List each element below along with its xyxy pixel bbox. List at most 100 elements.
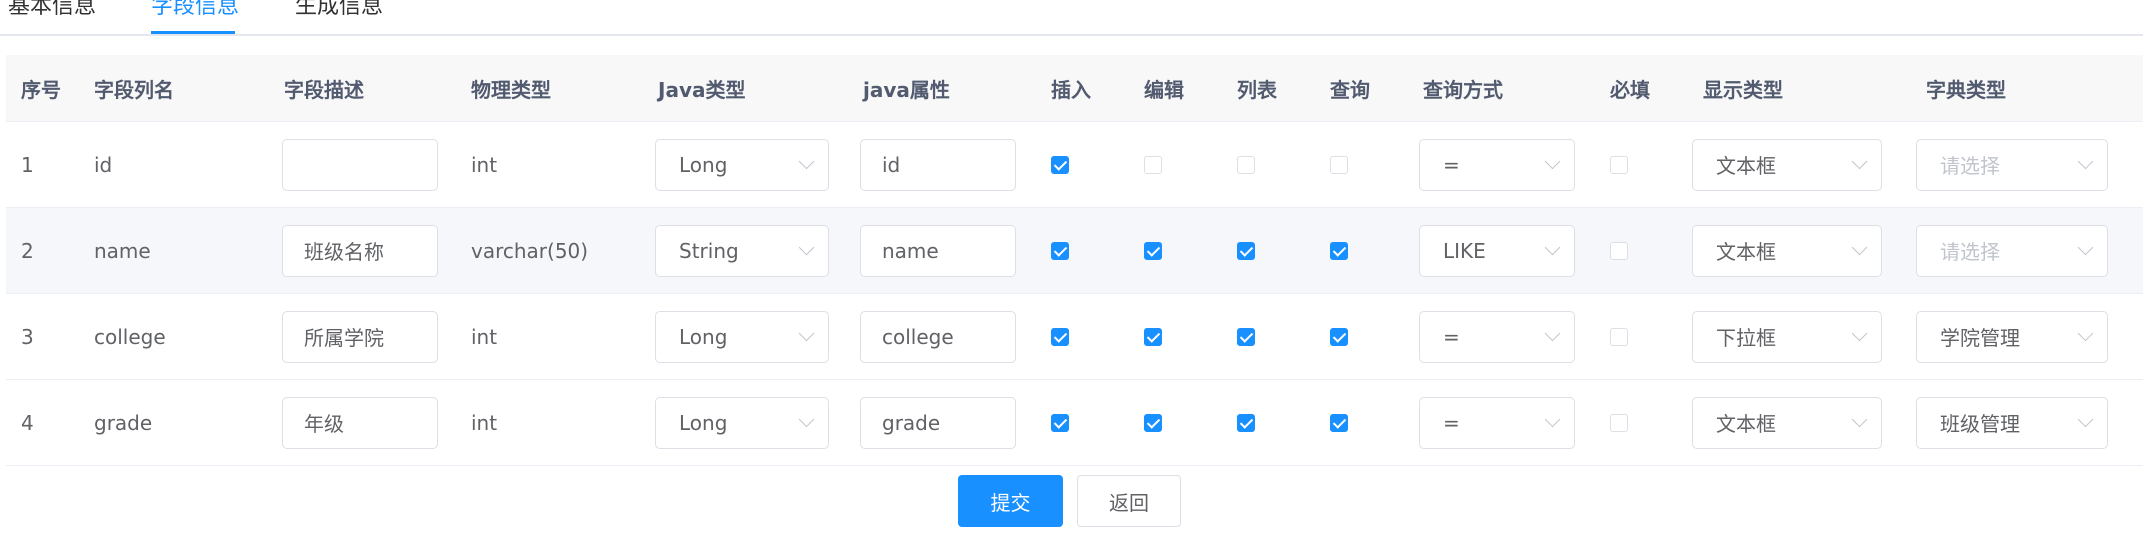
query-mode-select[interactable]: = [1419, 396, 1575, 449]
required-checkbox[interactable] [1610, 327, 1628, 346]
field-table: 序号 字段列名 字段描述 物理类型 Java类型 java属性 插入 编辑 列表… [6, 55, 2143, 466]
query-checkbox[interactable] [1330, 327, 1348, 346]
row-physical-type: varchar(50) [471, 238, 589, 263]
table-row: 3 college 所属学院 int Long college = 下拉框 学院… [6, 294, 2143, 380]
java-type-select[interactable]: Long [655, 138, 829, 191]
row-column-name: college [94, 324, 166, 349]
list-checkbox[interactable] [1237, 155, 1255, 174]
display-type-value: 文本框 [1716, 412, 1776, 436]
query-mode-select[interactable]: = [1419, 310, 1575, 363]
header-query-mode: 查询方式 [1423, 77, 1503, 102]
table-row: 2 name 班级名称 varchar(50) String name LIKE… [6, 208, 2143, 294]
description-input[interactable]: 年级 [282, 396, 438, 449]
required-checkbox[interactable] [1610, 155, 1628, 174]
header-java-type: Java类型 [658, 77, 746, 102]
row-index: 4 [21, 410, 34, 435]
java-property-input[interactable]: grade [860, 396, 1016, 449]
header-physical-type: 物理类型 [471, 77, 551, 102]
chevron-down-icon [798, 411, 815, 428]
header-query: 查询 [1330, 77, 1370, 102]
chevron-down-icon [798, 325, 815, 342]
row-index: 1 [21, 152, 34, 177]
dict-type-placeholder: 请选择 [1940, 240, 2000, 264]
row-index: 2 [21, 238, 34, 263]
query-checkbox[interactable] [1330, 155, 1348, 174]
java-property-input[interactable]: id [860, 138, 1016, 191]
row-physical-type: int [471, 152, 498, 177]
tab-generate-info[interactable]: 生成信息 [295, 0, 383, 20]
dict-type-select[interactable]: 班级管理 [1916, 396, 2108, 449]
description-input[interactable]: 所属学院 [282, 310, 438, 363]
header-description: 字段描述 [284, 77, 364, 102]
header-list: 列表 [1237, 77, 1277, 102]
tab-field-info[interactable]: 字段信息 [151, 0, 239, 20]
list-checkbox[interactable] [1237, 327, 1255, 346]
display-type-select[interactable]: 文本框 [1692, 224, 1882, 277]
insert-checkbox[interactable] [1051, 241, 1069, 260]
row-column-name: id [94, 152, 113, 177]
row-index: 3 [21, 324, 34, 349]
row-physical-type: int [471, 410, 498, 435]
display-type-value: 文本框 [1716, 240, 1776, 264]
tab-basic-info[interactable]: 基本信息 [8, 0, 96, 20]
required-checkbox[interactable] [1610, 413, 1628, 432]
insert-checkbox[interactable] [1051, 155, 1069, 174]
chevron-down-icon [2077, 153, 2094, 170]
edit-checkbox[interactable] [1144, 327, 1162, 346]
chevron-down-icon [1544, 239, 1561, 256]
java-type-value: String [679, 238, 739, 263]
edit-checkbox[interactable] [1144, 155, 1162, 174]
insert-checkbox[interactable] [1051, 327, 1069, 346]
dict-type-select[interactable]: 请选择 [1916, 138, 2108, 191]
header-edit: 编辑 [1144, 77, 1184, 102]
header-java-property: java属性 [863, 77, 950, 102]
edit-checkbox[interactable] [1144, 413, 1162, 432]
java-type-select[interactable]: Long [655, 396, 829, 449]
chevron-down-icon [1851, 239, 1868, 256]
table-row: 4 grade 年级 int Long grade = 文本框 班级管理 [6, 380, 2143, 466]
description-input[interactable] [282, 138, 438, 191]
java-type-select[interactable]: String [655, 224, 829, 277]
java-property-input[interactable]: college [860, 310, 1016, 363]
required-checkbox[interactable] [1610, 241, 1628, 260]
query-mode-select[interactable]: LIKE [1419, 224, 1575, 277]
chevron-down-icon [1851, 411, 1868, 428]
dict-type-value: 学院管理 [1940, 326, 2020, 350]
chevron-down-icon [798, 153, 815, 170]
chevron-down-icon [1544, 325, 1561, 342]
java-type-value: Long [679, 410, 728, 435]
java-type-value: Long [679, 152, 728, 177]
submit-button[interactable]: 提交 [958, 475, 1063, 527]
dict-type-select[interactable]: 学院管理 [1916, 310, 2108, 363]
display-type-select[interactable]: 文本框 [1692, 396, 1882, 449]
edit-checkbox[interactable] [1144, 241, 1162, 260]
back-button[interactable]: 返回 [1077, 475, 1181, 527]
active-tab-indicator [151, 31, 235, 34]
java-property-input[interactable]: name [860, 224, 1016, 277]
chevron-down-icon [1544, 411, 1561, 428]
dict-type-placeholder: 请选择 [1940, 154, 2000, 178]
table-row: 1 id int Long id = 文本框 请选择 [6, 122, 2143, 208]
chevron-down-icon [1851, 153, 1868, 170]
header-insert: 插入 [1051, 77, 1091, 102]
query-mode-value: = [1443, 410, 1460, 435]
query-mode-value: = [1443, 324, 1460, 349]
header-required: 必填 [1610, 77, 1650, 102]
chevron-down-icon [1544, 153, 1561, 170]
java-type-select[interactable]: Long [655, 310, 829, 363]
list-checkbox[interactable] [1237, 413, 1255, 432]
description-input[interactable]: 班级名称 [282, 224, 438, 277]
query-mode-value: LIKE [1443, 238, 1486, 263]
chevron-down-icon [2077, 325, 2094, 342]
dict-type-select[interactable]: 请选择 [1916, 224, 2108, 277]
row-column-name: name [94, 238, 151, 263]
list-checkbox[interactable] [1237, 241, 1255, 260]
display-type-value: 文本框 [1716, 154, 1776, 178]
display-type-select[interactable]: 文本框 [1692, 138, 1882, 191]
display-type-select[interactable]: 下拉框 [1692, 310, 1882, 363]
query-checkbox[interactable] [1330, 413, 1348, 432]
chevron-down-icon [798, 239, 815, 256]
query-mode-select[interactable]: = [1419, 138, 1575, 191]
query-checkbox[interactable] [1330, 241, 1348, 260]
insert-checkbox[interactable] [1051, 413, 1069, 432]
